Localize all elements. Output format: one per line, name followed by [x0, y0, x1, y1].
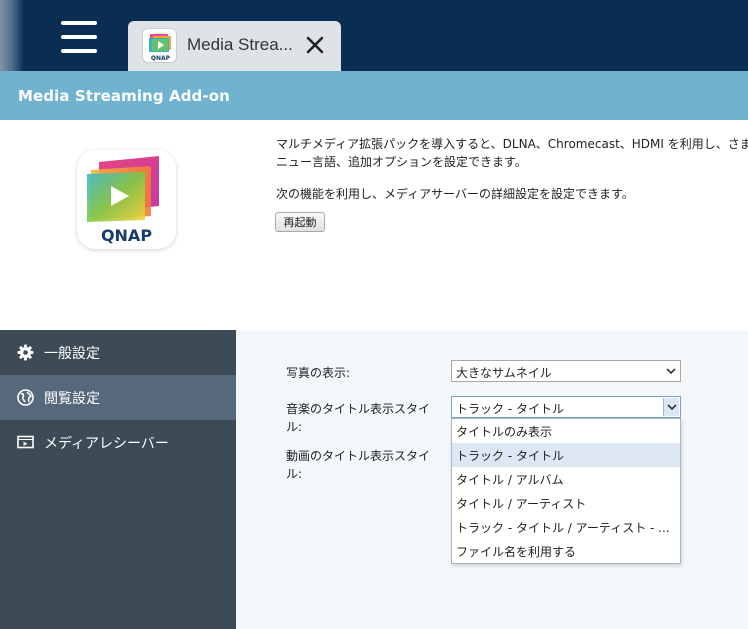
top-bar: QNAP Media Strea... [0, 0, 748, 71]
media-receiver-icon [17, 434, 34, 451]
chevron-down-icon [663, 362, 679, 380]
sidebar: 一般設定 閲覧設定 メディアレシーバー [0, 330, 236, 629]
dropdown-option[interactable]: タイトル / アルバム [452, 467, 680, 491]
dropdown-option-label: ファイル名を利用する [456, 545, 577, 559]
dropdown-option-label: トラック - タイトル / アーティスト - ... [456, 521, 670, 535]
music-title-value: トラック - タイトル [456, 402, 564, 416]
sidebar-item-browsing[interactable]: 閲覧設定 [0, 375, 236, 420]
music-title-label-cont: ル: [286, 420, 303, 434]
svg-text:QNAP: QNAP [151, 55, 171, 62]
page-title: Media Streaming Add-on [18, 87, 230, 105]
dropdown-option[interactable]: タイトルのみ表示 [452, 419, 680, 443]
photo-display-label: 写真の表示: [286, 366, 351, 380]
tab-media-streaming[interactable]: QNAP Media Strea... [128, 21, 341, 71]
dropdown-option[interactable]: トラック - タイトル [452, 443, 680, 467]
video-title-label-cont: ル: [286, 467, 303, 481]
app-header: Media Streaming Add-on [0, 71, 748, 120]
music-title-label: 音楽のタイトル表示スタイ [286, 402, 431, 416]
globe-icon [17, 389, 34, 406]
dropdown-option[interactable]: ファイル名を利用する [452, 539, 680, 563]
sidebar-item-label: メディアレシーバー [44, 436, 169, 452]
dropdown-option[interactable]: タイトル / アーティスト [452, 491, 680, 515]
restart-button[interactable]: 再起動 [275, 212, 325, 232]
hamburger-menu-icon[interactable] [61, 21, 97, 57]
gear-icon [17, 344, 34, 361]
video-title-label: 動画のタイトル表示スタイ [286, 449, 431, 463]
description-line-3: 次の機能を利用し、メディアサーバーの詳細設定を設定できます。 [276, 187, 634, 201]
topbar-edge-shade [0, 0, 24, 71]
sidebar-item-general[interactable]: 一般設定 [0, 330, 236, 375]
qnap-media-streaming-icon: QNAP [142, 28, 177, 63]
dropdown-option-label: タイトルのみ表示 [456, 425, 553, 439]
description-line-2: ニュー言語、追加オプションを設定できます。 [276, 155, 527, 169]
music-title-select[interactable]: トラック - タイトル [451, 396, 681, 418]
description-line-1: マルチメディア拡張パックを導入すると、DLNA、Chromecast、HDMI … [276, 137, 748, 151]
sidebar-item-label: 閲覧設定 [44, 391, 100, 407]
tab-title: Media Strea... [187, 35, 293, 54]
chevron-down-icon [663, 398, 679, 416]
music-title-dropdown: タイトルのみ表示 トラック - タイトル タイトル / アルバム タイトル / … [451, 418, 681, 564]
photo-display-select[interactable]: 大きなサムネイル [451, 360, 681, 382]
sidebar-item-media-receiver[interactable]: メディアレシーバー [0, 420, 236, 465]
logo-text: QNAP [101, 226, 152, 245]
dropdown-option-label: タイトル / アルバム [456, 473, 564, 487]
qnap-logo-icon: QNAP [77, 150, 176, 249]
photo-display-value: 大きなサムネイル [456, 366, 552, 380]
dropdown-option[interactable]: トラック - タイトル / アーティスト - ... [452, 515, 680, 539]
sidebar-item-label: 一般設定 [44, 346, 100, 362]
dropdown-option-label: トラック - タイトル [456, 449, 564, 463]
close-icon[interactable] [304, 34, 326, 56]
dropdown-option-label: タイトル / アーティスト [456, 497, 587, 511]
